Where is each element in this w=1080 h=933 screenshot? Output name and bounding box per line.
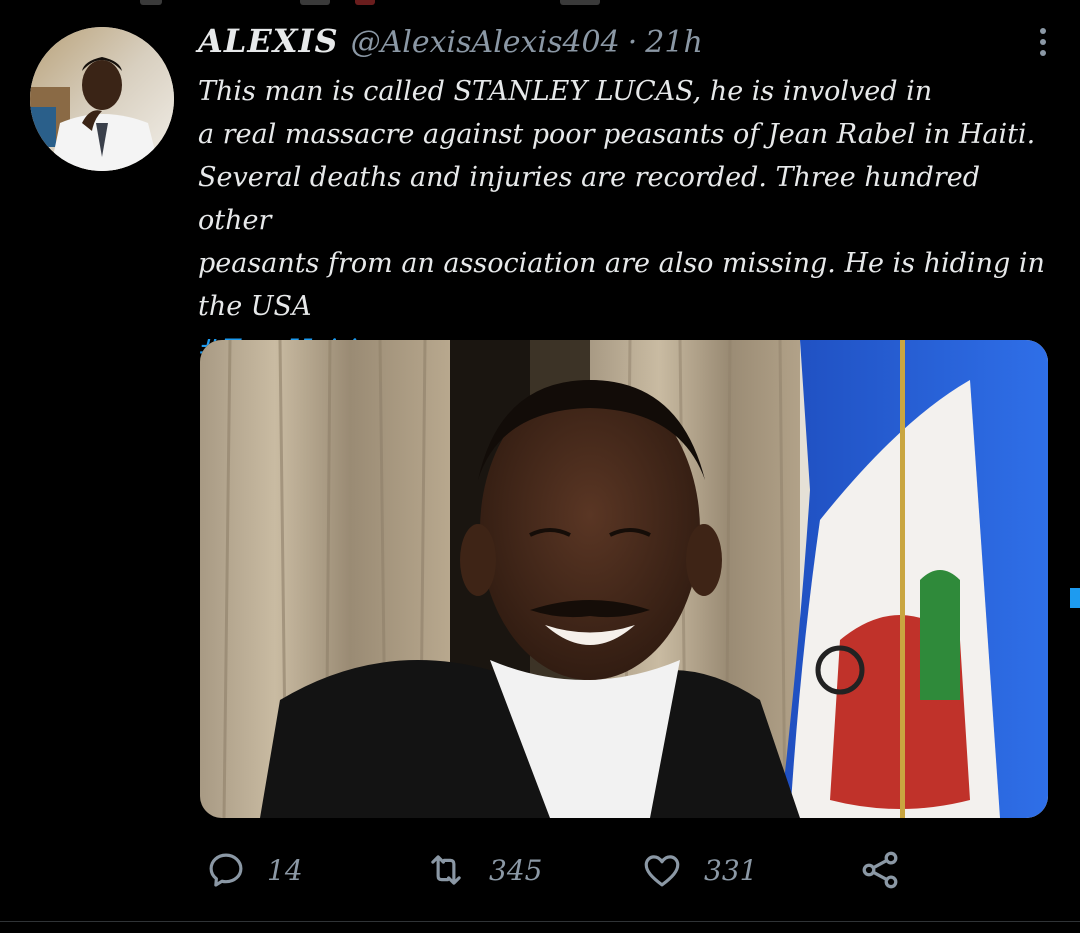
heart-icon [644, 855, 680, 887]
scroll-indicator [1070, 588, 1080, 608]
like-button[interactable]: 331 [640, 845, 757, 895]
retweet-count: 345 [489, 853, 543, 887]
author-handle[interactable]: @AlexisAlexis404 [351, 25, 620, 60]
tweet-header: ALEXIS @AlexisAlexis404 · 21h [198, 22, 1048, 64]
tweet-divider [0, 921, 1080, 922]
author-name[interactable]: ALEXIS [198, 22, 339, 60]
tweet-actions: 14 345 331 [0, 845, 1080, 895]
previous-tweet-edge [0, 0, 1080, 8]
tweet-screen: ALEXIS @AlexisAlexis404 · 21h This man i… [0, 0, 1080, 933]
more-vertical-icon[interactable] [1040, 28, 1048, 61]
reply-button[interactable]: 14 [205, 845, 303, 895]
reply-icon [209, 853, 243, 887]
photo-image [200, 340, 1048, 818]
avatar-image [30, 27, 174, 171]
reply-count: 14 [267, 853, 303, 887]
tweet-photo[interactable] [200, 340, 1048, 818]
separator-dot: · [627, 25, 638, 60]
like-count: 331 [704, 853, 758, 887]
share-button[interactable] [858, 845, 902, 895]
retweet-button[interactable]: 345 [423, 845, 542, 895]
timestamp[interactable]: 21h [645, 25, 703, 60]
share-icon [862, 851, 898, 889]
avatar[interactable] [30, 27, 174, 171]
tweet-text: This man is called STANLEY LUCAS, he is … [198, 76, 1045, 322]
retweet-icon [431, 855, 461, 885]
tweet[interactable]: ALEXIS @AlexisAlexis404 · 21h This man i… [198, 22, 1048, 372]
